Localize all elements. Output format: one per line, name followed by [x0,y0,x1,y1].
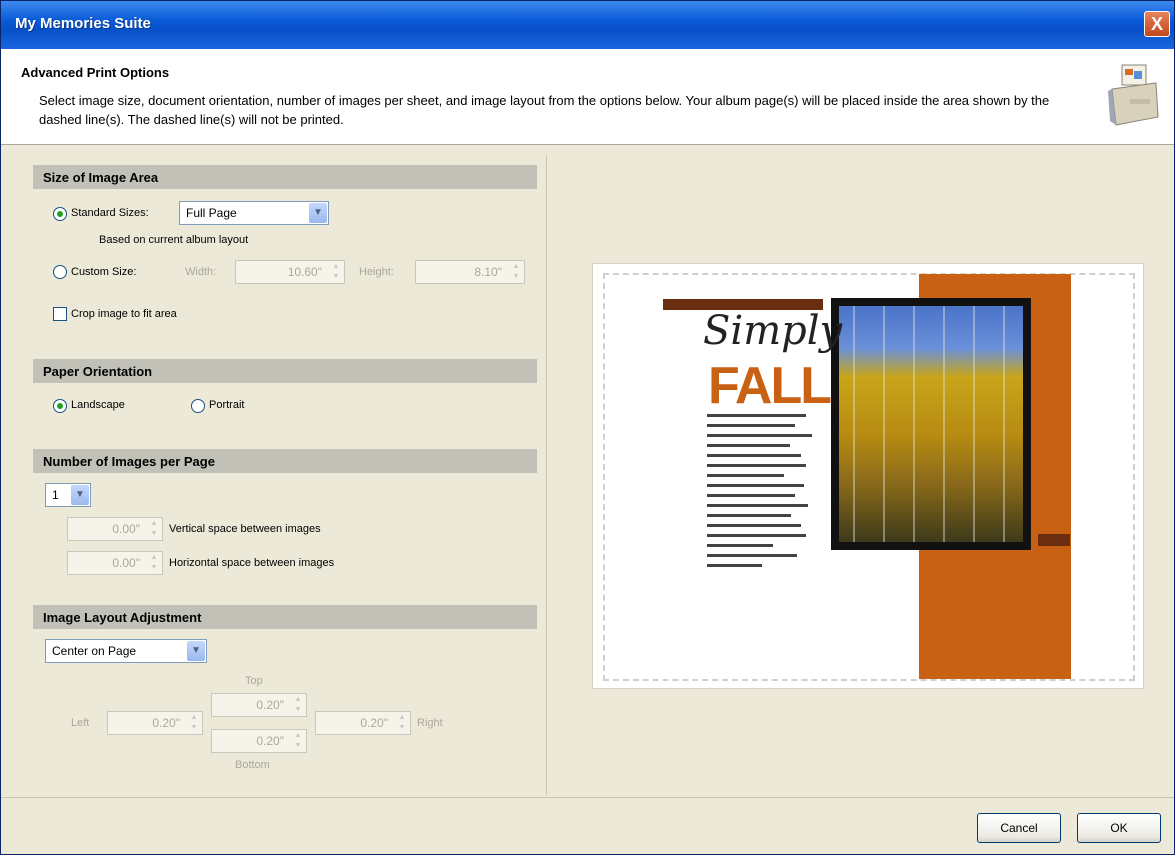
portrait-radio[interactable] [191,399,205,413]
spinner-arrows-icon: ▲ ▼ [190,714,198,731]
spinner-arrows-icon: ▲ ▼ [150,520,158,537]
landscape-label: Landscape [71,399,125,411]
height-value: 8.10" [474,265,502,279]
landscape-radio[interactable] [53,399,67,413]
bottom-margin-value: 0.20" [256,734,284,748]
cancel-button[interactable]: Cancel [977,813,1061,843]
right-label: Right [417,717,443,729]
printer-icon [1108,64,1159,126]
layout-mode-select[interactable]: Center on Page ▼ [45,639,207,663]
vertical-space-label: Vertical space between images [169,523,321,535]
options-pane: Size of Image Area Standard Sizes: Full … [11,155,547,795]
custom-size-label: Custom Size: [71,266,137,278]
top-margin-spinner[interactable]: 0.20" ▲ ▼ [211,693,307,717]
preview-text-column [707,414,817,574]
spinner-arrows-icon: ▲ ▼ [398,714,406,731]
spinner-arrows-icon: ▲ ▼ [332,263,340,280]
vertical-space-spinner[interactable]: 0.00" ▲ ▼ [67,517,163,541]
top-margin-value: 0.20" [256,698,284,712]
spinner-arrows-icon: ▲ ▼ [294,696,302,713]
height-spinner[interactable]: 8.10" ▲ ▼ [415,260,525,284]
standard-sizes-radio[interactable] [53,207,67,221]
custom-size-radio[interactable] [53,265,67,279]
standard-size-value: Full Page [186,206,237,220]
page-preview: Simply FALL [592,263,1144,689]
width-spinner[interactable]: 10.60" ▲ ▼ [235,260,345,284]
spinner-arrows-icon: ▲ ▼ [150,554,158,571]
chevron-down-icon: ▼ [309,203,327,223]
window-title: My Memories Suite [15,15,151,32]
bottom-margin-spinner[interactable]: 0.20" ▲ ▼ [211,729,307,753]
horizontal-space-spinner[interactable]: 0.00" ▲ ▼ [67,551,163,575]
close-button[interactable]: X [1144,11,1170,37]
standard-size-note: Based on current album layout [99,234,249,246]
right-margin-spinner[interactable]: 0.20" ▲ ▼ [315,711,411,735]
top-label: Top [245,675,263,687]
crop-checkbox[interactable] [53,307,67,321]
standard-sizes-label: Standard Sizes: [71,207,149,219]
height-label: Height: [359,266,394,278]
width-value: 10.60" [287,265,322,279]
bottom-label: Bottom [235,759,270,771]
images-count-select[interactable]: 1 ▼ [45,483,91,507]
chevron-down-icon: ▼ [71,485,89,505]
horizontal-space-value: 0.00" [112,556,140,570]
vertical-space-value: 0.00" [112,522,140,536]
ok-button[interactable]: OK [1077,813,1161,843]
layout-mode-value: Center on Page [52,644,137,658]
preview-photo [831,298,1031,550]
size-section-header: Size of Image Area [33,165,537,189]
title-bar[interactable]: My Memories Suite X [1,1,1174,49]
standard-size-select[interactable]: Full Page ▼ [179,201,329,225]
horizontal-space-label: Horizontal space between images [169,557,335,569]
images-section-header: Number of Images per Page [33,449,537,473]
left-margin-spinner[interactable]: 0.20" ▲ ▼ [107,711,203,735]
portrait-label: Portrait [209,399,245,411]
preview-pane: Simply FALL [549,155,1173,795]
spinner-arrows-icon: ▲ ▼ [294,732,302,749]
print-options-dialog: My Memories Suite X Advanced Print Optio… [0,0,1175,855]
footer-divider [1,797,1174,798]
right-margin-value: 0.20" [360,716,388,730]
crop-label: Crop image to fit area [71,308,177,320]
dialog-title: Advanced Print Options [21,65,170,80]
orientation-section-header: Paper Orientation [33,359,537,383]
dialog-header: Advanced Print Options Select image size… [1,49,1174,145]
preview-script-text: Simply [703,308,843,354]
left-label: Left [71,717,90,729]
dialog-description: Select image size, document orientation,… [39,93,1050,127]
images-count-value: 1 [52,488,59,502]
spinner-arrows-icon: ▲ ▼ [512,263,520,280]
preview-big-text: FALL [708,357,832,415]
brown-tab [1038,534,1070,546]
layout-section-header: Image Layout Adjustment [33,605,537,629]
left-margin-value: 0.20" [152,716,180,730]
width-label: Width: [185,266,217,278]
chevron-down-icon: ▼ [187,641,205,661]
